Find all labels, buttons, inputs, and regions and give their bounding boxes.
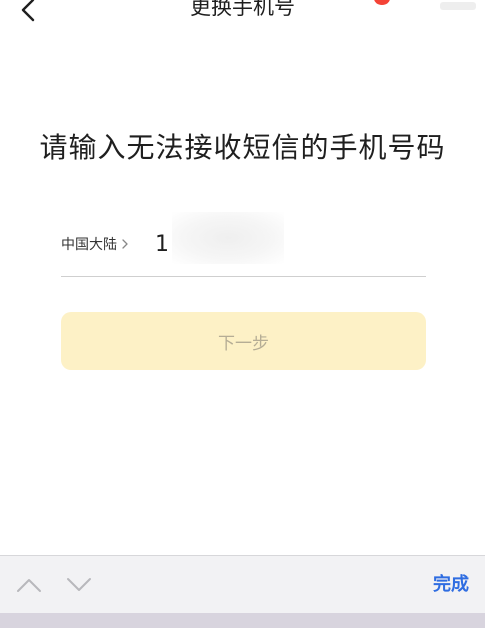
keyboard-area (0, 613, 485, 628)
region-label: 中国大陆 (61, 237, 117, 253)
navigation-bar: 更换手机号 (0, 0, 485, 36)
next-step-button[interactable]: 下一步 (61, 312, 426, 370)
status-indicator (440, 2, 476, 10)
region-selector[interactable]: 中国大陆 (61, 232, 129, 256)
nav-title: 更换手机号 (190, 0, 295, 19)
previous-field-button[interactable] (14, 572, 44, 598)
next-field-button[interactable] (64, 572, 94, 598)
phone-number-input[interactable] (155, 226, 415, 262)
phone-input-row: 中国大陆 (61, 212, 426, 277)
chevron-up-icon (16, 577, 42, 593)
done-button[interactable]: 完成 (433, 572, 469, 598)
page-title: 请输入无法接收短信的手机号码 (39, 131, 446, 164)
chevron-right-icon (121, 238, 129, 250)
keyboard-toolbar: 完成 (0, 555, 485, 614)
chevron-down-icon (66, 577, 92, 593)
